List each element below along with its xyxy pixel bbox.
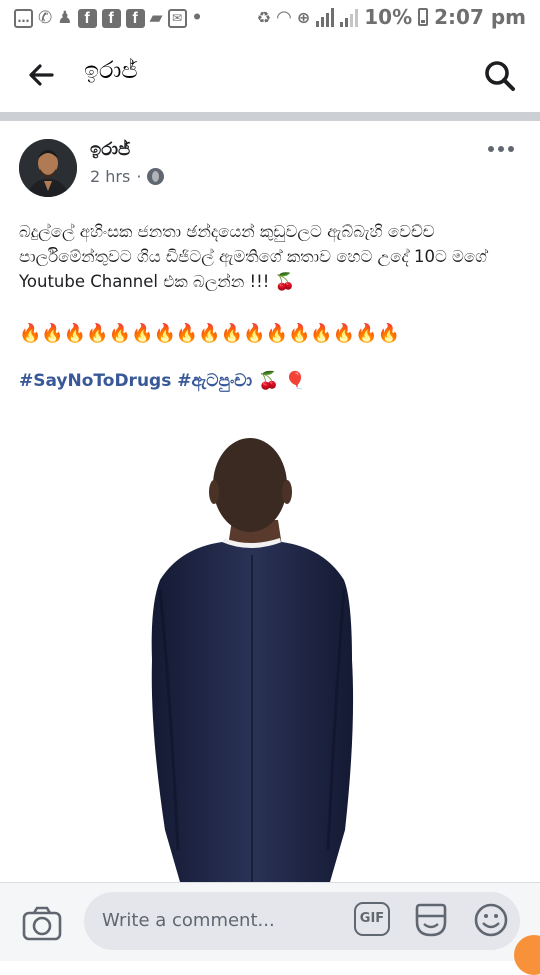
recycle-icon: ♻: [256, 7, 271, 27]
dot-icon: •: [191, 8, 203, 28]
page-header: ඉරාජ්: [0, 36, 540, 112]
post-meta: 2 hrs ·: [90, 167, 165, 186]
message-icon: ▰: [149, 8, 163, 28]
hashtag-emoji: 🍒 🎈: [258, 371, 306, 391]
wifi-icon: ◠: [277, 6, 291, 28]
camera-icon[interactable]: [22, 905, 62, 941]
facebook-icon: f: [125, 8, 145, 28]
profile-photo: [19, 139, 77, 197]
post-image[interactable]: [0, 430, 540, 882]
sticker-icon[interactable]: [413, 902, 449, 938]
globe-icon: [147, 168, 165, 185]
missed-call-icon: ✆: [38, 8, 53, 28]
hashtag-links[interactable]: #SayNoToDrugs #ඇටපුංචා: [19, 371, 252, 391]
post-text: බදුල්ලේ අහිංසක ජනතා ඡන්දයෙන් කුඩුවලට ඇබ්…: [19, 222, 487, 291]
emoji-icon[interactable]: [473, 902, 509, 938]
facebook-icon: f: [77, 8, 97, 28]
status-bar: … ✆ ♟ f f f ▰ ✉ • ♻ ◠ ⊕ 10% 2:07 pm: [0, 0, 540, 36]
system-icons: ♻ ◠ ⊕ 10% 2:07 pm: [257, 5, 526, 29]
post-hashtags: #SayNoToDrugs #ඇටපුංචා 🍒 🎈: [19, 371, 306, 391]
signal-icon: [316, 7, 335, 27]
fire-emoji-row: 🔥🔥🔥🔥🔥🔥🔥🔥🔥🔥🔥🔥🔥🔥🔥🔥🔥: [19, 323, 401, 344]
mail-icon: ✉: [167, 8, 187, 28]
facebook-icon: f: [101, 8, 121, 28]
back-arrow-icon[interactable]: [26, 60, 56, 90]
battery-icon: [418, 8, 429, 26]
comment-placeholder: Write a comment...: [102, 910, 275, 931]
floating-bubble-icon[interactable]: [514, 935, 540, 975]
more-options-icon[interactable]: [488, 146, 514, 152]
data-icon: ⊕: [296, 7, 311, 27]
gif-button[interactable]: GIF: [354, 902, 390, 936]
section-divider: [0, 112, 540, 121]
avatar[interactable]: [19, 139, 77, 197]
man-in-suit-image: [151, 438, 354, 882]
comment-input[interactable]: Write a comment... GIF: [84, 892, 520, 950]
search-icon[interactable]: [482, 58, 518, 94]
chat-icon: …: [14, 8, 33, 28]
clock: 2:07 pm: [434, 5, 526, 29]
contact-icon: ♟: [57, 8, 73, 28]
comment-bar: Write a comment... GIF: [0, 882, 540, 961]
meta-separator: ·: [136, 167, 142, 186]
notification-icons: … ✆ ♟ f f f ▰ ✉ •: [14, 8, 202, 28]
post-time[interactable]: 2 hrs: [90, 167, 130, 186]
post-author[interactable]: ඉරාජ්: [90, 139, 130, 160]
signal-icon: [340, 7, 359, 27]
battery-percent: 10%: [364, 5, 413, 29]
page-title: ඉරාජ්: [84, 56, 138, 84]
